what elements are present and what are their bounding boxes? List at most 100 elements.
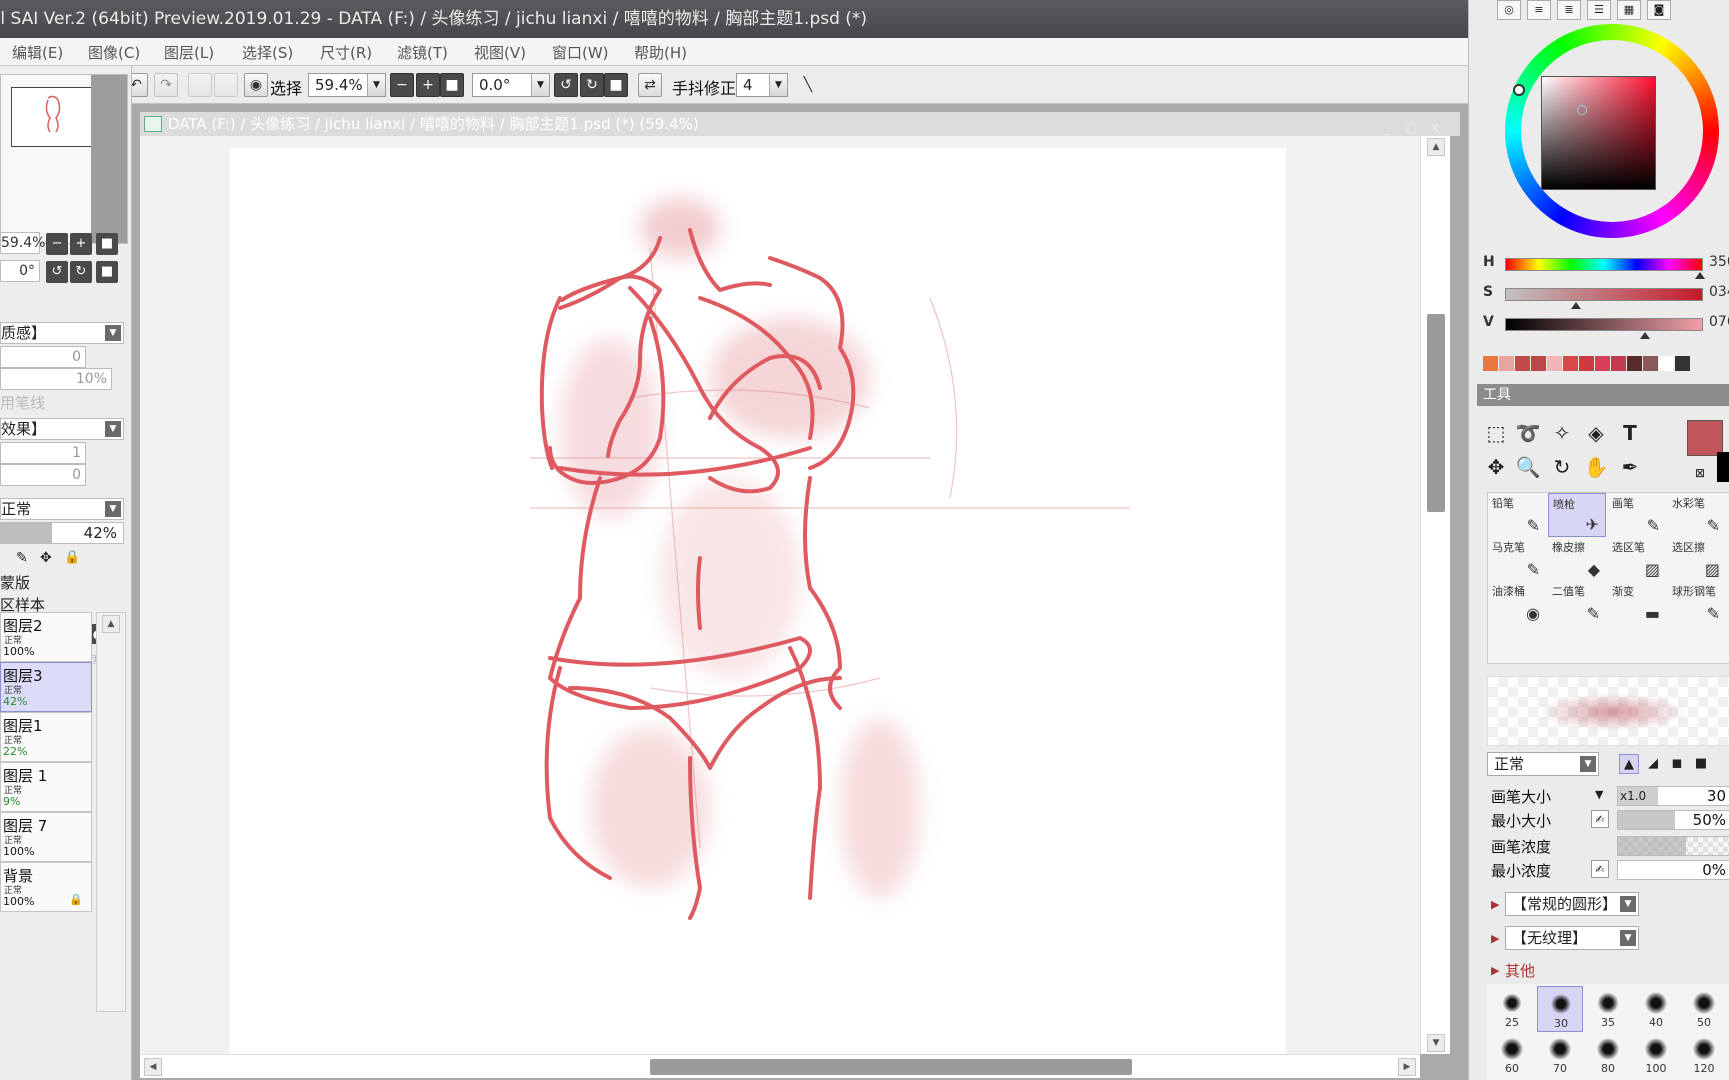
- canvas-area[interactable]: [140, 136, 1420, 1054]
- deselect-button[interactable]: [188, 73, 212, 97]
- brush-marker[interactable]: 马克笔 ✎: [1488, 537, 1546, 581]
- layer-item[interactable]: 图层2 正常 100%: [0, 612, 92, 662]
- vertical-scroll-thumb[interactable]: [1427, 314, 1445, 512]
- layer-list-scrollbar[interactable]: ▲: [96, 612, 126, 1012]
- navigator-thumbnail[interactable]: [11, 87, 97, 147]
- brush-select-pen[interactable]: 选区笔 ▨: [1608, 537, 1666, 581]
- brush-select-eraser[interactable]: 选区擦 ▨: [1668, 537, 1726, 581]
- layer-item[interactable]: 背景 正常 100% 🔒: [0, 862, 92, 912]
- saturation-slider[interactable]: [1505, 288, 1703, 301]
- primary-color-swatch[interactable]: [1687, 420, 1723, 456]
- color-swatch[interactable]: [1659, 356, 1674, 371]
- menu-layer[interactable]: 图层(L): [164, 42, 214, 63]
- color-swatch[interactable]: [1547, 356, 1562, 371]
- brush-shape-select[interactable]: 【常规的圆形】 ▼: [1505, 892, 1639, 916]
- flip-button[interactable]: ⇄: [638, 73, 662, 97]
- brush-shape-square-icon[interactable]: ■: [1691, 754, 1711, 774]
- opacity-slider[interactable]: 42%: [0, 522, 124, 544]
- pencil-icon[interactable]: ✎: [16, 550, 28, 566]
- size-preset[interactable]: 70: [1537, 1032, 1583, 1078]
- menu-select[interactable]: 选择(S): [242, 42, 293, 63]
- rgb-slider-tab-icon[interactable]: ≡: [1527, 0, 1551, 20]
- pressure-icon[interactable]: ✍: [1591, 860, 1609, 878]
- texture-select[interactable]: 质感】 ▼: [0, 322, 124, 344]
- value-slider[interactable]: [1505, 318, 1703, 331]
- rotate-reset-button[interactable]: ■: [604, 73, 628, 97]
- menu-view[interactable]: 视图(V): [474, 42, 526, 63]
- brush-pencil[interactable]: 铅笔 ✎: [1488, 493, 1546, 537]
- nav-rotate-right-button[interactable]: ↻: [70, 261, 92, 283]
- zoom-in-button[interactable]: +: [416, 73, 440, 97]
- brush-bucket[interactable]: 油漆桶 ◉: [1488, 581, 1546, 625]
- rotate-right-button[interactable]: ↻: [580, 73, 604, 97]
- invert-selection-button[interactable]: [214, 73, 238, 97]
- size-preset[interactable]: 50: [1681, 986, 1727, 1032]
- stabilizer-select[interactable]: 4 ▼: [736, 73, 788, 97]
- brush-airbrush[interactable]: 喷枪 ✈: [1548, 493, 1606, 537]
- layer-item[interactable]: 图层1 正常 22%: [0, 712, 92, 762]
- brush-shape-sharp-icon[interactable]: ▲: [1619, 754, 1639, 774]
- size-preset[interactable]: 80: [1585, 1032, 1631, 1078]
- rotation-select[interactable]: 0.0° ▼: [472, 73, 550, 97]
- brush-density-slider[interactable]: [1617, 836, 1729, 856]
- maximize-icon[interactable]: □: [1402, 116, 1420, 135]
- color-swatch[interactable]: [1563, 356, 1578, 371]
- menu-image[interactable]: 图像(C): [88, 42, 140, 63]
- min-size-slider[interactable]: 50%: [1617, 810, 1729, 830]
- size-preset[interactable]: 120: [1681, 1032, 1727, 1078]
- brush-brush[interactable]: 画笔 ✎: [1608, 493, 1666, 537]
- text-tool-icon[interactable]: T: [1615, 418, 1645, 448]
- size-preset[interactable]: 35: [1585, 986, 1631, 1032]
- texture-scale-field[interactable]: 10%: [0, 368, 112, 390]
- nav-zoom-in-button[interactable]: +: [70, 233, 92, 255]
- zoom-tool-icon[interactable]: 🔍: [1513, 452, 1543, 482]
- hand-tool-icon[interactable]: ✋: [1581, 452, 1611, 482]
- zoom-reset-button[interactable]: ■: [440, 73, 464, 97]
- effect-select[interactable]: 效果】 ▼: [0, 418, 124, 440]
- menu-edit[interactable]: 编辑(E): [12, 42, 63, 63]
- hue-picker-handle[interactable]: [1513, 84, 1525, 96]
- color-swatch[interactable]: [1483, 356, 1498, 371]
- pressure-icon[interactable]: ✍: [1591, 810, 1609, 828]
- minimize-icon[interactable]: _: [1378, 116, 1396, 135]
- color-swatch[interactable]: [1531, 356, 1546, 371]
- value-marker[interactable]: [1640, 332, 1650, 339]
- brush-ballpen[interactable]: 球形钢笔 ✎: [1668, 581, 1726, 625]
- nav-angle-field[interactable]: 0°: [0, 260, 40, 282]
- canvas-paper[interactable]: [230, 148, 1286, 1054]
- layer-item[interactable]: 图层 1 正常 9%: [0, 762, 92, 812]
- color-wheel-tab-icon[interactable]: ◎: [1497, 0, 1521, 20]
- swatch-list-tab-icon[interactable]: ☰: [1587, 0, 1611, 20]
- min-density-slider[interactable]: 0%: [1617, 860, 1729, 880]
- shape-icon[interactable]: ◈: [1581, 418, 1611, 448]
- zoom-select[interactable]: 59.4% ▼: [308, 73, 386, 97]
- expand-arrow-icon[interactable]: ▶: [1491, 898, 1499, 911]
- eyedropper-icon[interactable]: ✒: [1615, 452, 1645, 482]
- color-swatch[interactable]: [1627, 356, 1642, 371]
- show-selection-toggle[interactable]: ◉: [244, 73, 268, 97]
- brush-shape-round-icon[interactable]: ◢: [1643, 754, 1663, 774]
- nav-zoom-out-button[interactable]: −: [46, 233, 68, 255]
- magic-wand-icon[interactable]: ✧: [1547, 418, 1577, 448]
- canvas-vertical-scrollbar[interactable]: ▲ ▼: [1420, 136, 1450, 1054]
- brush-eraser[interactable]: 橡皮擦 ◆: [1548, 537, 1606, 581]
- blend-mode-select[interactable]: 正常 ▼: [0, 498, 124, 520]
- chevron-down-icon[interactable]: ▼: [1595, 788, 1603, 801]
- sv-picker-handle[interactable]: [1577, 105, 1587, 115]
- hue-marker[interactable]: [1695, 272, 1705, 279]
- brush-size-slider[interactable]: x1.0 30: [1617, 786, 1729, 806]
- scroll-up-arrow-icon[interactable]: ▲: [1427, 138, 1445, 156]
- nav-zoom-reset-button[interactable]: ■: [96, 233, 118, 255]
- zoom-out-button[interactable]: −: [390, 73, 414, 97]
- color-swatch[interactable]: [1579, 356, 1594, 371]
- rotate-tool-icon[interactable]: ↻: [1547, 452, 1577, 482]
- color-swatch[interactable]: [1611, 356, 1626, 371]
- navigator-scrollbar[interactable]: [91, 75, 127, 243]
- scroll-left-arrow-icon[interactable]: ◀: [144, 1058, 162, 1076]
- color-swatch[interactable]: [1595, 356, 1610, 371]
- move-tool-icon[interactable]: ✥: [1481, 452, 1511, 482]
- brush-shape-flat-icon[interactable]: ◼: [1667, 754, 1687, 774]
- close-icon[interactable]: ✕: [1426, 116, 1444, 135]
- size-preset[interactable]: 25: [1489, 986, 1535, 1032]
- menu-filter[interactable]: 滤镜(T): [397, 42, 448, 63]
